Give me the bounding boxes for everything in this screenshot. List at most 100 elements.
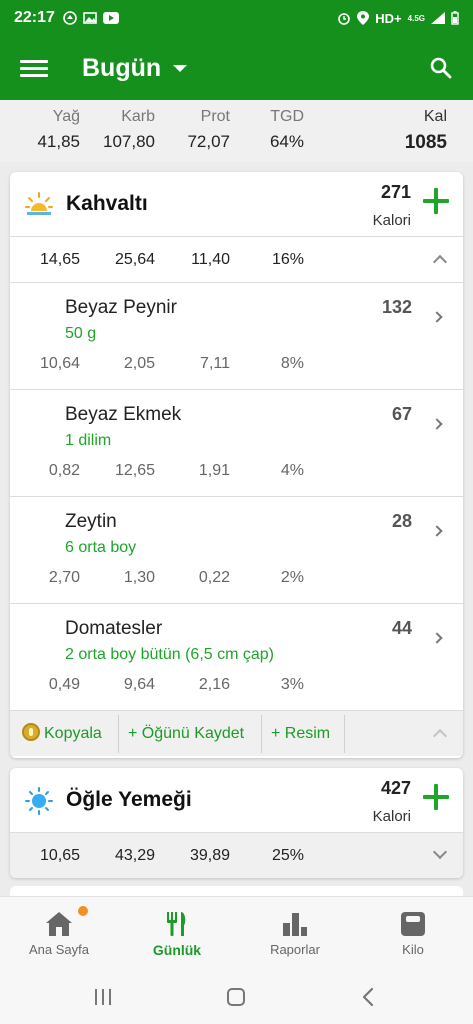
meal-macros: 14,65 25,64 11,40 16% <box>10 236 463 282</box>
summary-fat-label: Yağ <box>52 108 80 125</box>
food-tgd: 8% <box>280 355 304 372</box>
food-tgd: 3% <box>280 676 304 693</box>
bar-chart-icon <box>283 913 307 936</box>
daily-summary: Yağ 41,85 Karb 107,80 Prot 72,07 TGD 64%… <box>0 100 473 162</box>
save-meal-button[interactable]: + Öğünü Kaydet <box>128 711 244 757</box>
home-button-icon[interactable] <box>226 987 246 1007</box>
food-prot: 1,91 <box>198 462 230 479</box>
nav-reports-label: Raporlar <box>270 942 320 957</box>
food-fat: 2,70 <box>48 569 80 586</box>
notification-icon <box>63 11 77 25</box>
chevron-right-icon <box>431 311 443 323</box>
food-fat: 0,49 <box>48 676 80 693</box>
page-title: Bugün <box>82 53 162 82</box>
cutlery-icon <box>167 912 186 936</box>
food-item[interactable]: Domatesler 2 orta boy bütün (6,5 cm çap)… <box>10 603 463 710</box>
app-bar: Bugün <box>0 36 473 100</box>
location-icon <box>357 11 370 25</box>
summary-kal-value: 1085 <box>404 132 447 153</box>
back-icon[interactable] <box>361 987 375 1007</box>
food-calories: 67 <box>391 404 412 424</box>
meal-card-breakfast: Kahvaltı 271 Kalori 14,65 25,64 11,40 16… <box>10 172 463 758</box>
add-food-icon[interactable] <box>423 784 449 810</box>
chevron-right-icon <box>431 418 443 430</box>
nav-home-label: Ana Sayfa <box>29 942 89 957</box>
nav-reports[interactable]: Raporlar <box>236 897 354 971</box>
nav-weight-label: Kilo <box>402 942 424 957</box>
food-name: Domatesler <box>65 618 163 639</box>
food-prot: 0,22 <box>198 569 230 586</box>
summary-carb-label: Karb <box>121 108 155 125</box>
scale-icon <box>401 912 425 936</box>
food-portion: 6 orta boy <box>65 539 137 556</box>
food-calories: 28 <box>391 511 412 531</box>
summary-carb: Karb 107,80 <box>103 108 155 152</box>
food-carb: 12,65 <box>114 462 155 479</box>
food-prot: 7,11 <box>200 355 230 372</box>
meal-actions: Kopyala + Öğünü Kaydet + Resim <box>10 710 463 756</box>
meal-header[interactable]: Öğle Yemeği 427 Kalori <box>10 768 463 832</box>
meal-calories-label: Kalori <box>372 212 411 229</box>
search-icon[interactable] <box>429 56 453 80</box>
macro-tgd: 16% <box>271 251 304 268</box>
macro-carb: 25,64 <box>114 251 155 268</box>
food-tgd: 4% <box>280 462 304 479</box>
food-tgd: 2% <box>280 569 304 586</box>
food-portion: 2 orta boy bütün (6,5 cm çap) <box>65 646 274 663</box>
food-fat: 0,82 <box>48 462 80 479</box>
network-subtype: 4.5G <box>407 13 425 23</box>
food-calories: 44 <box>391 618 412 638</box>
macro-carb: 43,29 <box>114 847 155 864</box>
youtube-icon <box>102 12 119 24</box>
meal-title: Öğle Yemeği <box>66 788 192 811</box>
summary-carb-value: 107,80 <box>103 132 155 151</box>
nav-diary[interactable]: Günlük <box>118 897 236 971</box>
nav-home[interactable]: Ana Sayfa <box>0 897 118 971</box>
status-bar: 22:17 HD+ 4.5G <box>0 0 473 36</box>
summary-tgd-label: TGD <box>270 108 304 125</box>
add-photo-label: + Resim <box>271 725 331 742</box>
macro-prot: 39,89 <box>189 847 230 864</box>
battery-icon <box>451 11 459 25</box>
food-calories: 132 <box>381 297 412 317</box>
food-name: Zeytin <box>65 511 117 532</box>
signal-icon <box>431 12 445 24</box>
summary-tgd-value: 64% <box>269 132 304 151</box>
chevron-right-icon <box>431 525 443 537</box>
copy-button[interactable]: Kopyala <box>22 711 102 757</box>
summary-prot: Prot 72,07 <box>187 108 230 152</box>
meal-card-lunch: Öğle Yemeği 427 Kalori 10,65 43,29 39,89… <box>10 768 463 878</box>
food-name: Beyaz Ekmek <box>65 404 182 425</box>
meal-title: Kahvaltı <box>66 192 148 215</box>
food-item[interactable]: Beyaz Ekmek 1 dilim 67 0,82 12,65 1,91 4… <box>10 389 463 496</box>
divider <box>261 715 262 753</box>
food-name: Beyaz Peynir <box>65 297 177 318</box>
macro-fat: 14,65 <box>39 251 80 268</box>
image-icon <box>83 12 97 24</box>
system-navigation-bar <box>0 970 473 1024</box>
date-selector[interactable]: Bugün <box>82 53 188 83</box>
food-item[interactable]: Zeytin 6 orta boy 28 2,70 1,30 0,22 2% <box>10 496 463 603</box>
macro-prot: 11,40 <box>191 251 230 268</box>
recent-apps-icon[interactable] <box>93 988 113 1006</box>
summary-prot-value: 72,07 <box>187 132 230 151</box>
bottom-navigation: Ana Sayfa Günlük Raporlar Kilo <box>0 896 473 970</box>
nav-weight[interactable]: Kilo <box>354 897 472 971</box>
add-photo-button[interactable]: + Resim <box>271 711 330 757</box>
food-item[interactable]: Beyaz Peynir 50 g 132 10,64 2,05 7,11 8% <box>10 282 463 389</box>
summary-kal: Kal 1085 <box>405 108 447 154</box>
expand-icon[interactable] <box>432 844 448 860</box>
collapse-actions-icon[interactable] <box>432 728 448 744</box>
add-food-icon[interactable] <box>423 188 449 214</box>
summary-kal-label: Kal <box>423 108 447 125</box>
copy-label: Kopyala <box>44 725 102 742</box>
meal-header[interactable]: Kahvaltı 271 Kalori <box>10 172 463 236</box>
summary-tgd: TGD 64% <box>270 108 304 152</box>
alarm-icon <box>338 13 351 25</box>
menu-icon[interactable] <box>20 56 48 81</box>
summary-fat: Yağ 41,85 <box>37 108 80 152</box>
collapse-icon[interactable] <box>432 254 448 270</box>
home-icon <box>46 912 72 936</box>
caret-down-icon <box>173 64 188 72</box>
save-meal-label: + Öğünü Kaydet <box>128 725 245 742</box>
